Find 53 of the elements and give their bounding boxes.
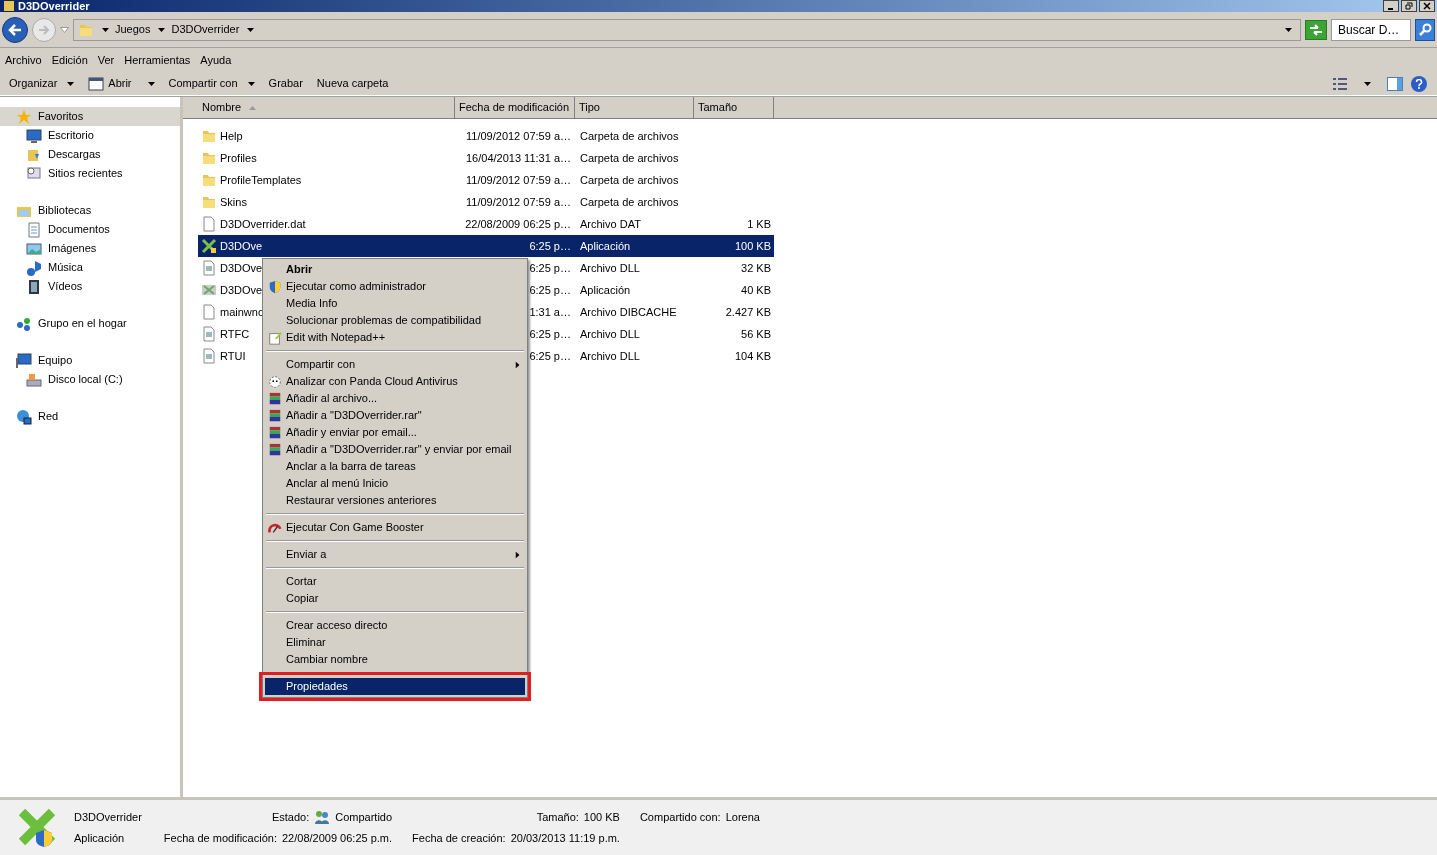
date-cell-text: 6:25 p… (529, 282, 571, 298)
date-cell-text: 16/04/2013 11:31 a… (466, 150, 571, 166)
file-name: RTUI (220, 348, 246, 364)
date-cell-text: 11/09/2012 07:59 a… (466, 128, 571, 144)
date-cell-text: 1:31 a… (529, 304, 571, 320)
window-title: D3DOverrider (18, 0, 90, 12)
date-cell-text: 11/09/2012 07:59 a… (466, 194, 571, 210)
file-name: ProfileTemplates (220, 172, 302, 188)
size-cell-text: 56 KB (740, 326, 772, 342)
date-cell-text: 6:25 p… (529, 326, 571, 342)
type-cell-text: Carpeta de archivos (579, 172, 680, 188)
date-cell-text: 6:25 p… (529, 348, 571, 364)
field-value: 100 KB (583, 810, 620, 825)
size-cell-text: 100 KB (733, 238, 772, 254)
file-name: D3DOve (220, 260, 263, 276)
field-value: Compartido (335, 810, 393, 825)
field-label: Fecha de creación: (412, 830, 506, 846)
type-cell-text: Aplicación (579, 282, 632, 298)
type-cell-text: Carpeta de archivos (579, 194, 680, 210)
type-cell-text: Carpeta de archivos (579, 150, 680, 166)
date-cell-text: 22/08/2009 06:25 p… (465, 216, 571, 232)
field-label: Fecha de modificación: (163, 830, 277, 846)
file-type: Aplicación (74, 830, 126, 846)
file-name: D3DOverrider.dat (220, 216, 306, 232)
size-cell-text: 2.427 KB (724, 304, 772, 320)
type-cell-text: Archivo DLL (579, 260, 641, 276)
file-name: mainwnc (220, 304, 264, 320)
file-name: RTFC (220, 326, 250, 342)
file-name: Profiles (220, 150, 257, 166)
size-cell-text: 104 KB (733, 348, 772, 364)
type-cell-text: Aplicación (579, 238, 632, 254)
field-value: 22/08/2009 06:25 p.m. (282, 830, 393, 846)
type-cell-text: Archivo DIBCACHE (579, 304, 678, 320)
date-cell-text: 6:25 p… (529, 260, 571, 276)
field-label: Compartido con: (639, 810, 721, 825)
file-name: D3DOve (220, 238, 263, 254)
type-cell-text: Archivo DLL (579, 326, 641, 342)
file-name: Skins (220, 194, 247, 210)
field-value: 20/03/2013 11:19 p.m. (510, 830, 620, 846)
size-cell-text: 32 KB (740, 260, 772, 276)
type-cell-text: Archivo DAT (579, 216, 642, 232)
field-label: Estado: (271, 810, 310, 825)
size-cell-text: 40 KB (740, 282, 772, 298)
type-cell-text: Archivo DLL (579, 348, 641, 364)
file-name: D3DOverrider (74, 810, 142, 825)
date-cell-text: 11/09/2012 07:59 a… (466, 172, 571, 188)
file-name: D3DOve (220, 282, 263, 298)
field-value: Lorena (725, 810, 760, 825)
date-cell-text: 6:25 p… (529, 238, 571, 254)
field-label: Tamaño: (536, 810, 579, 825)
type-cell-text: Carpeta de archivos (579, 128, 680, 144)
file-name: Help (220, 128, 243, 144)
size-cell-text: 1 KB (746, 216, 772, 232)
